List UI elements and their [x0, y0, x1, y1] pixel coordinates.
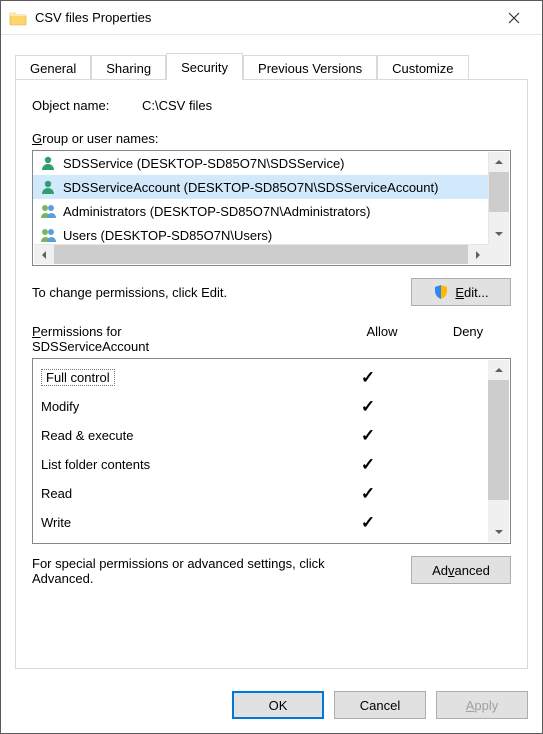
listbox-hscrollbar[interactable] — [34, 244, 488, 264]
tab-panel-security: Object name: C:\CSV files Group or user … — [15, 79, 528, 669]
scroll-right-icon[interactable] — [468, 250, 488, 260]
titlebar: CSV files Properties — [1, 1, 542, 35]
list-item[interactable]: Administrators (DESKTOP-SD85O7N\Administ… — [33, 199, 488, 223]
advanced-hint-label: For special permissions or advanced sett… — [32, 556, 332, 586]
tab-customize[interactable]: Customize — [377, 55, 468, 80]
permission-name: List folder contents — [41, 457, 328, 472]
list-item[interactable]: SDSService (DESKTOP-SD85O7N\SDSService) — [33, 151, 488, 175]
user-listbox[interactable]: SDSService (DESKTOP-SD85O7N\SDSService) S… — [32, 150, 511, 266]
user-icon — [39, 178, 57, 196]
close-icon — [508, 12, 520, 24]
users-group-icon — [39, 202, 57, 220]
permission-name: Read & execute — [41, 428, 328, 443]
scrollbar-thumb[interactable] — [488, 380, 509, 500]
folder-icon — [9, 9, 27, 27]
apply-button[interactable]: Apply — [436, 691, 528, 719]
object-name-label: Object name: — [32, 98, 142, 113]
scroll-left-icon[interactable] — [34, 250, 54, 260]
users-group-icon — [39, 226, 57, 244]
column-allow: Allow — [339, 324, 425, 354]
cancel-button[interactable]: Cancel — [334, 691, 426, 719]
scroll-down-icon[interactable] — [489, 224, 509, 244]
listbox-vscrollbar[interactable] — [488, 152, 509, 244]
column-deny: Deny — [425, 324, 511, 354]
dialog-footer: OK Cancel Apply — [1, 679, 542, 733]
window-title: CSV files Properties — [35, 10, 492, 25]
edit-hint-label: To change permissions, click Edit. — [32, 285, 227, 300]
scroll-corner — [488, 244, 509, 264]
scroll-up-icon[interactable] — [489, 152, 509, 172]
list-item[interactable]: Users (DESKTOP-SD85O7N\Users) — [33, 223, 488, 245]
permbox-vscrollbar[interactable] — [488, 360, 509, 542]
tab-general[interactable]: General — [15, 55, 91, 80]
user-icon — [39, 154, 57, 172]
permissions-subject: SDSServiceAccount — [32, 339, 339, 354]
list-item-label: Users (DESKTOP-SD85O7N\Users) — [63, 228, 272, 243]
permission-name: Full control — [41, 369, 115, 386]
list-item-label: SDSService (DESKTOP-SD85O7N\SDSService) — [63, 156, 345, 171]
shield-icon — [433, 284, 449, 300]
object-name-row: Object name: C:\CSV files — [32, 98, 511, 113]
permission-name: Modify — [41, 399, 328, 414]
tabs: General Sharing Security Previous Versio… — [15, 51, 528, 79]
permission-name: Read — [41, 486, 328, 501]
close-button[interactable] — [492, 3, 536, 33]
permission-allow: ✓ — [328, 368, 408, 388]
scrollbar-thumb[interactable] — [489, 172, 509, 212]
tab-security[interactable]: Security — [166, 53, 243, 80]
scroll-up-icon[interactable] — [488, 360, 509, 380]
properties-window: CSV files Properties General Sharing Sec… — [0, 0, 543, 734]
permission-allow: ✓ — [328, 484, 408, 504]
list-item-label: Administrators (DESKTOP-SD85O7N\Administ… — [63, 204, 371, 219]
tab-previous-versions[interactable]: Previous Versions — [243, 55, 377, 80]
list-item[interactable]: SDSServiceAccount (DESKTOP-SD85O7N\SDSSe… — [33, 175, 488, 199]
ok-button[interactable]: OK — [232, 691, 324, 719]
list-item-label: SDSServiceAccount (DESKTOP-SD85O7N\SDSSe… — [63, 180, 438, 195]
client-area: General Sharing Security Previous Versio… — [1, 35, 542, 679]
permission-row[interactable]: Read✓ — [41, 479, 488, 508]
advanced-button[interactable]: Advanced — [411, 556, 511, 584]
permission-name: Write — [41, 515, 328, 530]
scroll-down-icon[interactable] — [488, 522, 509, 542]
permission-row[interactable]: Write✓ — [41, 508, 488, 537]
permission-row[interactable]: Read & execute✓ — [41, 421, 488, 450]
edit-button[interactable]: Edit... — [411, 278, 511, 306]
permission-allow: ✓ — [328, 426, 408, 446]
permission-row[interactable]: Modify✓ — [41, 392, 488, 421]
tab-sharing[interactable]: Sharing — [91, 55, 166, 80]
permissions-header: Permissions for SDSServiceAccount Allow … — [32, 324, 511, 354]
permission-row[interactable]: List folder contents✓ — [41, 450, 488, 479]
permission-allow: ✓ — [328, 513, 408, 533]
permissions-listbox[interactable]: Full control✓Modify✓Read & execute✓List … — [32, 358, 511, 544]
group-user-label: Group or user names: — [32, 131, 511, 146]
permission-allow: ✓ — [328, 455, 408, 475]
hscrollbar-thumb[interactable] — [54, 245, 468, 264]
permission-allow: ✓ — [328, 397, 408, 417]
object-name-value: C:\CSV files — [142, 98, 212, 113]
permission-row[interactable]: Full control ✓ — [41, 363, 488, 392]
